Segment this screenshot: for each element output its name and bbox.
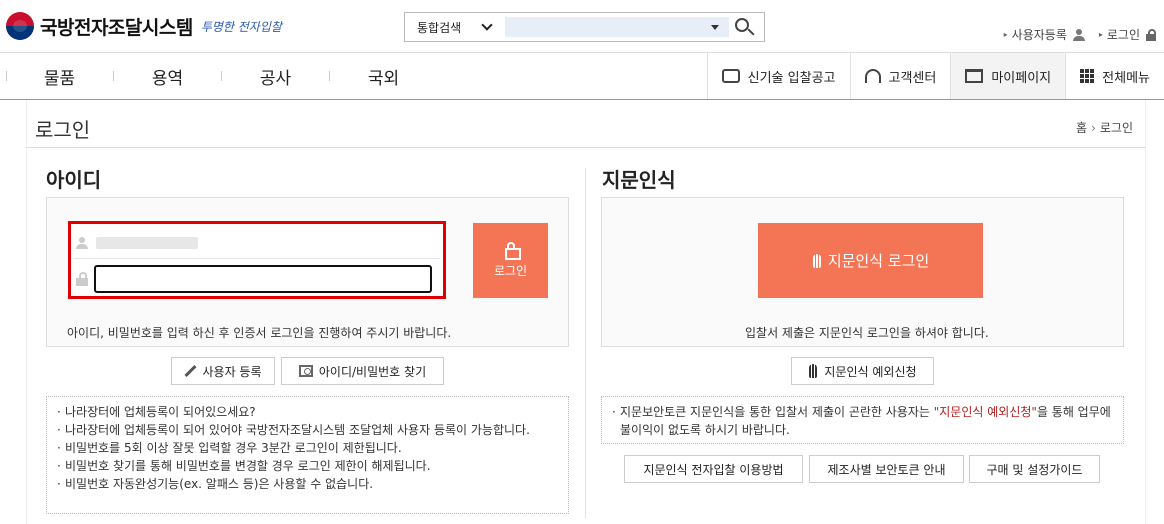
user-register-button[interactable]: 사용자 등록	[171, 357, 275, 385]
search-bar: 통합검색	[404, 12, 765, 42]
nav-mypage-label: 마이페이지	[991, 70, 1052, 86]
exception-button-label: 지문인식 예외신청	[824, 364, 917, 379]
search-button[interactable]	[734, 17, 756, 39]
box-icon	[965, 69, 984, 83]
find-button-label: 아이디/비밀번호 찾기	[318, 364, 427, 379]
main-nav: 물품 용역 공사 국외 신기술 입찰공고 고객센터 마이페이지 전체메뉴	[0, 52, 1164, 100]
login-button[interactable]: 로그인	[473, 223, 548, 298]
page-header: 로그인 홈 › 로그인	[26, 100, 1146, 148]
lock-icon	[1146, 28, 1156, 41]
info-item: 비밀번호 자동완성기능(ex. 알패스 등)은 사용할 수 없습니다.	[57, 475, 558, 493]
fingerprint-info-item: 지문보안토큰 지문인식을 통한 입찰서 제출이 곤란한 사용자는 "지문인식 예…	[612, 403, 1113, 439]
nav-customer-label: 고객센터	[888, 70, 937, 86]
search-scope-label: 통합검색	[417, 20, 462, 35]
login-button-label: 로그인	[493, 264, 528, 278]
breadcrumb-current: 로그인	[1099, 121, 1133, 135]
login-link[interactable]: ▸ 로그인	[1099, 26, 1156, 43]
breadcrumb-separator-icon: ›	[1091, 121, 1096, 135]
fingerprint-exception-button[interactable]: 지문인식 예외신청	[791, 357, 934, 385]
search-input[interactable]	[505, 17, 729, 37]
id-field-row	[74, 227, 440, 259]
fingerprint-notice: 입찰서 제출은 지문인식 로그인을 하셔야 합니다.	[745, 326, 989, 340]
info-item: 비밀번호를 5회 이상 잘못 입력할 경우 3분간 로그인이 제한됩니다.	[57, 439, 558, 457]
utility-links: ▸ 사용자등록 ▸ 로그인	[992, 26, 1156, 43]
login-link-label: 로그인	[1106, 28, 1140, 42]
person-icon	[1072, 28, 1087, 41]
password-field-row	[74, 263, 440, 295]
nav-customer-center[interactable]: 고객센터	[849, 53, 951, 99]
nav-main-menu: 물품 용역 공사 국외	[0, 53, 437, 99]
search-dropdown-caret-icon[interactable]	[711, 25, 719, 30]
nav-all-menu-label: 전체메뉴	[1102, 70, 1150, 86]
search-scope-select[interactable]: 통합검색	[405, 13, 501, 41]
page-title: 로그인	[35, 118, 91, 142]
id-section-title: 아이디	[46, 168, 102, 192]
nav-all-menu[interactable]: 전체메뉴	[1065, 53, 1164, 99]
user-register-link[interactable]: ▸ 사용자등록	[1004, 26, 1087, 43]
user-register-button-label: 사용자 등록	[202, 364, 262, 379]
pencil-icon	[184, 365, 196, 377]
nav-item-services[interactable]: 용역	[114, 64, 221, 89]
breadcrumb: 홈 › 로그인	[1076, 119, 1133, 136]
guide-button-usage[interactable]: 지문인식 전자입찰 이용방법	[624, 455, 803, 483]
find-id-password-button[interactable]: 아이디/비밀번호 찾기	[281, 357, 444, 385]
id-input[interactable]	[94, 233, 414, 253]
user-icon	[76, 236, 88, 249]
user-register-label: 사용자등록	[1011, 28, 1067, 42]
guide-button-purchase-label: 구매 및 설정가이드	[986, 462, 1083, 477]
info-item: 나라장터에 업체등록이 되어 있어야 국방전자조달시스템 조달업체 사용자 등록…	[57, 421, 558, 439]
fingerprint-hand-icon	[808, 364, 818, 378]
password-input[interactable]	[94, 265, 432, 293]
fingerprint-login-label: 지문인식 로그인	[827, 252, 930, 270]
nav-mypage[interactable]: 마이페이지	[950, 53, 1066, 99]
guide-button-token[interactable]: 제조사별 보안토큰 안내	[809, 455, 964, 483]
headset-icon	[864, 69, 881, 83]
exception-highlight: "지문인식 예외신청"	[933, 405, 1037, 419]
id-login-notice: 아이디, 비밀번호를 입력 하신 후 인증서 로그인을 진행하여 주시기 바랍니…	[67, 326, 452, 340]
site-logo[interactable]: 국방전자조달시스템 투명한 전자입찰	[6, 12, 282, 40]
credential-fields	[68, 221, 446, 299]
info-item: 나라장터에 업체등록이 되어있으세요?	[57, 403, 558, 421]
info-item: 비밀번호 찾기를 통해 비밀번호를 변경할 경우 로그인 제한이 해제됩니다.	[57, 457, 558, 475]
id-info-box: 나라장터에 업체등록이 되어있으세요? 나라장터에 업체등록이 되어 있어야 국…	[46, 396, 569, 514]
guide-button-usage-label: 지문인식 전자입찰 이용방법	[643, 462, 784, 477]
fingerprint-info-box: 지문보안토큰 지문인식을 통한 입찰서 제출이 곤란한 사용자는 "지문인식 예…	[601, 396, 1124, 444]
guide-button-token-label: 제조사별 보안토큰 안내	[827, 462, 946, 477]
lock-icon	[76, 272, 88, 286]
fingerprint-login-button[interactable]: 지문인식 로그인	[758, 223, 983, 298]
logo-slogan: 투명한 전자입찰	[200, 19, 282, 34]
id-info-list: 나라장터에 업체등록이 되어있으세요? 나라장터에 업체등록이 되어 있어야 국…	[57, 403, 558, 493]
grid-icon	[1080, 69, 1095, 83]
nav-item-overseas[interactable]: 국외	[330, 64, 437, 89]
taegeuk-emblem-icon	[6, 12, 34, 40]
nav-item-goods[interactable]: 물품	[6, 64, 113, 89]
guide-button-purchase[interactable]: 구매 및 설정가이드	[969, 455, 1100, 483]
fingerprint-hand-icon	[812, 253, 822, 268]
header: 국방전자조달시스템 투명한 전자입찰 통합검색 ▸ 사용자등록 ▸ 로그인	[0, 0, 1164, 52]
find-account-icon	[298, 365, 313, 377]
chevron-down-icon	[481, 19, 493, 31]
newtech-icon	[721, 69, 740, 83]
nav-right-menu: 신기술 입찰공고 고객센터 마이페이지 전체메뉴	[706, 53, 1164, 99]
nav-newtech-bid[interactable]: 신기술 입찰공고	[706, 53, 850, 99]
fingerprint-section-title: 지문인식	[602, 168, 676, 192]
nav-item-construction[interactable]: 공사	[222, 64, 329, 89]
breadcrumb-home[interactable]: 홈	[1076, 121, 1087, 135]
nav-newtech-label: 신기술 입찰공고	[747, 70, 836, 86]
unlock-icon	[504, 242, 521, 260]
logo-text: 국방전자조달시스템	[40, 16, 193, 39]
